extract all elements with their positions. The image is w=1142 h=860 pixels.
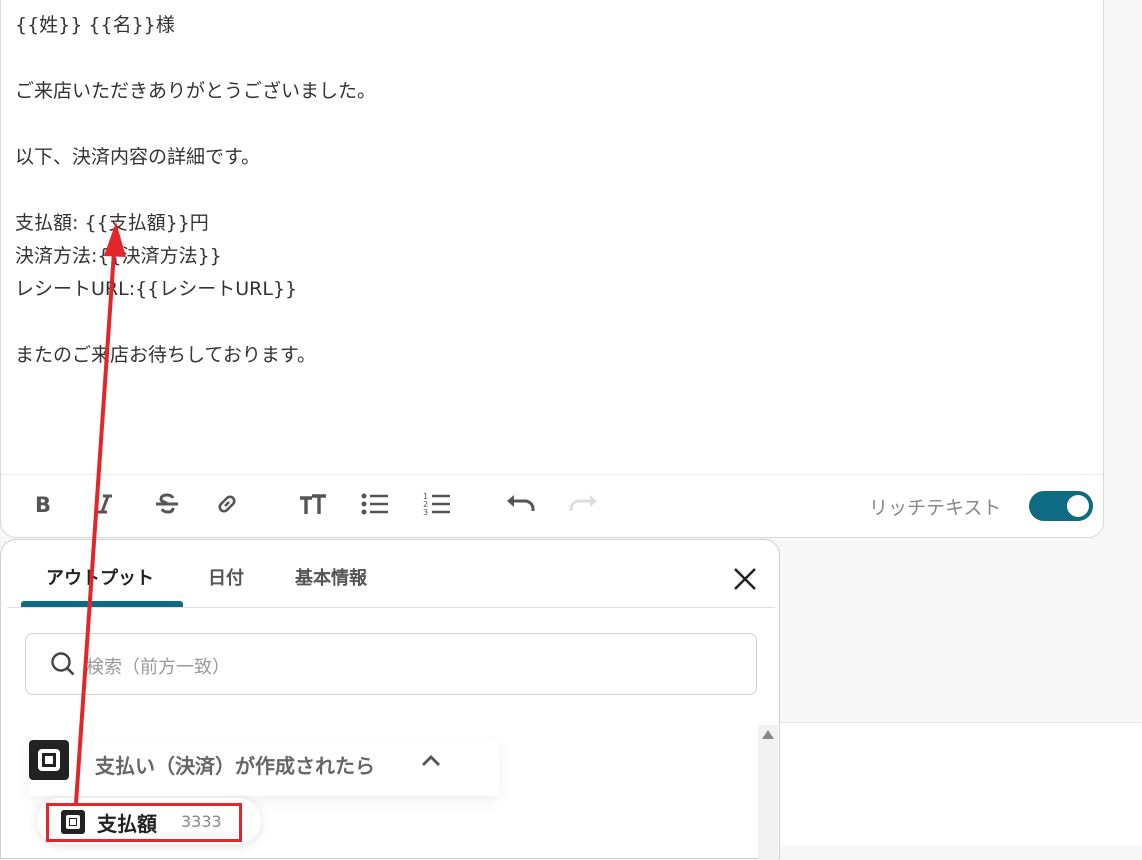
numbered-list-icon: 123 [423,492,450,517]
link-icon [218,495,236,513]
rich-text-label: リッチテキスト [869,497,1002,519]
editor-line: レシートURL:{{レシートURL}} [15,278,298,300]
square-app-icon [29,740,69,780]
text-size-icon [300,494,326,514]
editor-line: {{姓}} {{名}}様 [15,14,175,36]
undo-icon [507,495,535,511]
editor-line: 以下、決済内容の詳細です。 [15,146,261,168]
close-icon [734,568,756,590]
group-title: 支払い（決済）が作成されたら [95,754,375,778]
search-field[interactable]: 検索（前方一致） [25,633,757,695]
bold-icon: B [35,493,51,515]
svg-text:3: 3 [423,508,428,517]
strikethrough-icon [156,493,178,514]
bulleted-list-icon [361,493,388,515]
search-placeholder: 検索（前方一致） [86,657,230,678]
italic-icon [98,494,112,514]
scroll-up-icon[interactable] [762,730,774,739]
bulleted-list-button[interactable] [359,488,391,520]
editor-line: ご来店いただきありがとうございました。 [15,80,377,102]
strikethrough-button[interactable] [151,488,183,520]
text-size-button[interactable] [297,488,329,520]
tab-output[interactable]: アウトプット [46,564,154,590]
rich-text-toggle[interactable] [1029,491,1093,521]
editor-body[interactable]: {{姓}} {{名}}様 ご来店いただきありがとうございました。 以下、決済内容… [15,9,1085,372]
toggle-knob [1067,495,1089,517]
message-editor[interactable]: {{姓}} {{名}}様 ご来店いただきありがとうございました。 以下、決済内容… [0,0,1104,538]
redo-icon [569,495,597,511]
scrollbar[interactable] [758,725,778,860]
redo-button[interactable] [567,488,599,520]
numbered-list-button[interactable]: 123 [421,488,453,520]
search-icon [51,652,75,676]
format-toolbar: B 123 リッチテキスト [1,475,1103,537]
undo-button[interactable] [505,488,537,520]
editor-line: 支払額: {{支払額}}円 [15,212,209,234]
background-area [780,722,1142,845]
chevron-up-icon [422,755,440,766]
italic-button[interactable] [89,488,121,520]
link-button[interactable] [211,488,243,520]
svg-text:B: B [35,493,51,515]
editor-line: またのご来店お待ちしております。 [15,344,316,366]
bold-button[interactable]: B [27,488,59,520]
editor-line: 決済方法:{{決済方法}} [15,245,222,267]
tab-basic-info[interactable]: 基本情報 [295,564,367,590]
tab-divider [7,607,775,608]
close-button[interactable] [731,565,759,593]
tab-date[interactable]: 日付 [208,564,244,590]
output-group-header[interactable]: 支払い（決済）が作成されたら [29,740,499,796]
